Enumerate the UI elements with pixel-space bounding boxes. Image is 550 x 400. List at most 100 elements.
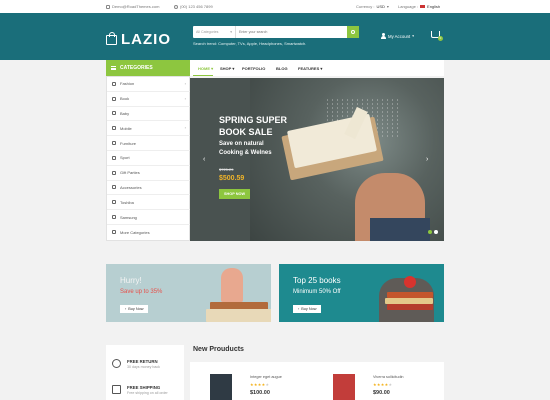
category-item-gift-parties[interactable]: Gift Parties: [107, 166, 191, 181]
baby-icon: [112, 111, 116, 116]
chevron-right-icon: ›: [184, 81, 186, 86]
new-products-heading: New Prouducts: [193, 346, 244, 353]
feature-free-return: FREE RETURN 30 days money back: [112, 359, 160, 369]
promo-banner-top-books[interactable]: Top 25 books Minimum 50% Off › Buy Now: [279, 264, 444, 322]
open-book-image: [206, 309, 271, 322]
nav-features[interactable]: FEATURES ▾: [298, 66, 322, 71]
search-bar: All Categories ▾: [193, 26, 359, 38]
plus-icon: [112, 230, 116, 235]
banner-headline: Top 25 books: [293, 276, 341, 285]
phone-text: (00) 123 456 7899: [174, 4, 213, 9]
mail-icon: [106, 4, 110, 9]
shirt-image: [370, 218, 430, 241]
buy-now-button[interactable]: › Buy Now: [120, 305, 149, 313]
category-item-more[interactable]: More Categories: [107, 225, 191, 240]
currency-value: USD: [376, 4, 385, 9]
category-item-sport[interactable]: Sport: [107, 151, 191, 166]
hero-slider: SPRING SUPER BOOK SALE Save on natural C…: [190, 78, 444, 241]
banner-subtitle: Save up to 35%: [120, 289, 163, 295]
nav-portfolio[interactable]: PORTFOLIO: [242, 66, 265, 71]
book-stack-image: [387, 304, 433, 310]
laptop-icon: [112, 200, 116, 205]
chevron-right-icon: ›: [125, 307, 127, 311]
logo[interactable]: LAZIO: [106, 31, 171, 48]
feature-free-shipping: FREE SHIPPING Free shipping on all order: [112, 385, 168, 395]
promo-banner-hurry[interactable]: Hurry! Save up to 35% › Buy Now: [106, 264, 271, 322]
product-name[interactable]: Integer eget augue: [250, 375, 282, 379]
slider-prev-arrow-icon[interactable]: ‹: [203, 156, 205, 163]
category-item-fashion[interactable]: Fashion ›: [107, 77, 191, 92]
product-image[interactable]: [333, 374, 355, 400]
slide-subtitle-line1: Save on natural: [219, 141, 264, 147]
banner-subtitle: Minimum 50% Off: [293, 289, 341, 295]
category-item-baby[interactable]: Baby: [107, 107, 191, 122]
cart-count-badge: 0: [438, 36, 443, 41]
slide-title-line2: BOOK SALE: [219, 127, 273, 137]
tv-icon: [112, 215, 116, 220]
new-products-panel: Integer eget augue ★★★★★ $100.00 Viverra…: [190, 362, 444, 400]
mobile-icon: [112, 126, 116, 131]
banner-headline: Hurry!: [120, 276, 142, 285]
email-link[interactable]: Demo@RoadThemes.com: [106, 4, 159, 9]
search-icon: [351, 30, 355, 34]
logo-text: LAZIO: [121, 31, 171, 48]
shopping-bag-icon: [106, 31, 117, 45]
shop-now-button[interactable]: SHOP NOW: [219, 189, 251, 199]
product-price: $100.00: [250, 390, 270, 396]
my-account-button[interactable]: My Account ▾: [381, 33, 414, 39]
currency-selector[interactable]: Currency : USD ▾: [356, 4, 389, 9]
top-bar: Demo@RoadThemes.com (00) 123 456 7899 Cu…: [0, 0, 550, 13]
categories-toggle[interactable]: CATEGORIES: [106, 60, 190, 76]
search-button[interactable]: [347, 26, 359, 38]
nav-active-indicator: [193, 75, 213, 76]
nav-blog[interactable]: BLOG: [276, 66, 288, 71]
rating-stars-icon: ★★★★★: [250, 382, 270, 387]
flag-icon: [420, 5, 426, 8]
product-price: $90.00: [373, 390, 390, 396]
watch-icon: [112, 185, 116, 190]
chevron-down-icon: ▾: [386, 4, 389, 9]
category-item-mobile[interactable]: Mobile ›: [107, 121, 191, 137]
chevron-right-icon: ›: [298, 307, 300, 311]
search-input[interactable]: [236, 26, 347, 38]
chevron-right-icon: ›: [184, 125, 186, 131]
chevron-down-icon: ▾: [412, 34, 414, 38]
header: LAZIO All Categories ▾ Search trend: Com…: [0, 13, 550, 60]
category-item-toshiba[interactable]: Toshiba: [107, 195, 191, 211]
phone-icon: [174, 4, 178, 9]
search-category-select[interactable]: All Categories ▾: [193, 26, 236, 38]
category-item-furniture[interactable]: Furniture: [107, 136, 191, 151]
category-list: Fashion › Book › Baby Mobile › Furniture Sp…: [106, 76, 191, 241]
slider-next-arrow-icon[interactable]: ›: [426, 156, 428, 163]
language-value: English: [427, 4, 441, 9]
book-icon: [112, 96, 116, 101]
product-name[interactable]: Viverra sollicitudin: [373, 375, 404, 379]
category-item-book[interactable]: Book ›: [107, 92, 191, 107]
slide-subtitle-line2: Cooking & Welnes: [219, 150, 272, 156]
menu-icon: [111, 66, 116, 70]
chevron-right-icon: ›: [184, 95, 186, 101]
slide-new-price: $500.59: [219, 175, 245, 182]
slide-old-price: $725.29: [219, 167, 234, 172]
girl-image: [221, 268, 243, 302]
category-item-samsung[interactable]: Samsung: [107, 210, 191, 225]
return-icon: [112, 359, 121, 368]
ball-icon: [112, 155, 116, 160]
rating-stars-icon: ★★★★★: [373, 382, 393, 387]
chair-icon: [112, 141, 116, 146]
apple-image: [404, 276, 416, 288]
category-item-accessories[interactable]: Accessories: [107, 181, 191, 196]
features-panel: FREE RETURN 30 days money back FREE SHIP…: [106, 345, 184, 400]
gift-icon: [112, 170, 116, 175]
main-nav: HOME ▾ SHOP ▾ PORTFOLIO BLOG FEATURES ▾: [190, 60, 444, 76]
buy-now-button[interactable]: › Buy Now: [293, 305, 322, 313]
user-icon: [381, 33, 386, 39]
slider-dot-2[interactable]: [434, 230, 438, 234]
product-image[interactable]: [210, 374, 232, 400]
chevron-down-icon: ▾: [230, 30, 232, 34]
nav-home[interactable]: HOME ▾: [198, 66, 213, 71]
language-selector[interactable]: Language : English: [398, 4, 440, 9]
slider-dot-1[interactable]: [428, 230, 432, 234]
plane-icon: [112, 385, 121, 394]
nav-shop[interactable]: SHOP ▾: [220, 66, 234, 71]
